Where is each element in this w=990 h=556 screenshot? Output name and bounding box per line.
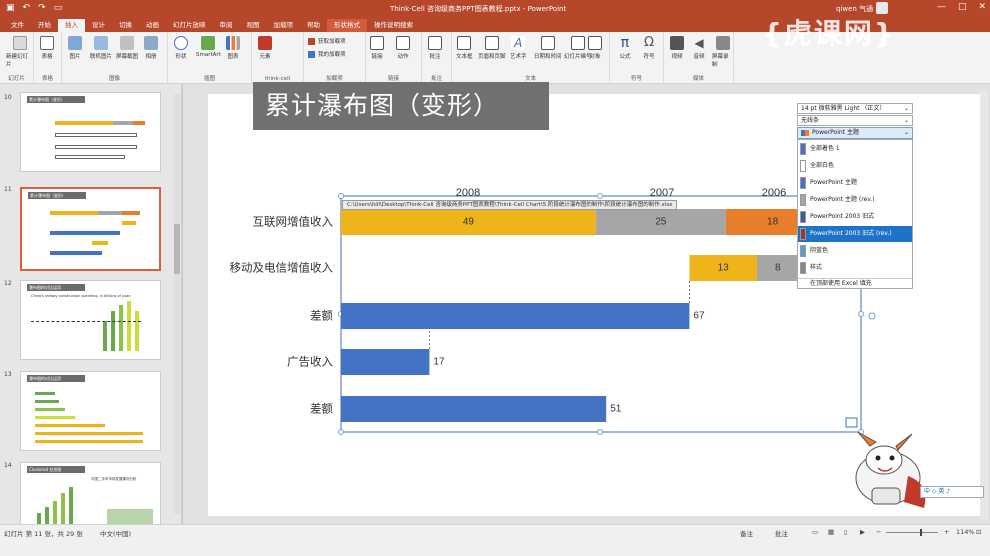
chevron-down-icon: ⌄ [903,129,909,136]
chevron-down-icon: ⌄ [903,105,909,112]
category-label[interactable]: 广告收入 [287,355,333,369]
color-scheme-option[interactable]: 全部着色 1 [798,141,912,157]
font-dropdown[interactable]: 14 pt 微软雅黑 Light （正文） ⌄ [797,103,913,114]
scheme-swatch-icon [801,130,809,136]
data-label[interactable]: 25 [655,217,667,228]
scheme-swatch-icon [800,143,806,155]
data-label[interactable]: 13 [718,263,730,274]
data-label[interactable]: 17 [433,357,445,368]
mascot-illustration [855,431,926,508]
resize-handle[interactable] [597,193,603,199]
color-scheme-option[interactable]: 全部白色 [798,158,912,174]
color-scheme-option-label: PowerPoint 主题 (rev.) [810,196,875,203]
column-header[interactable]: 2006 [762,187,786,199]
status-bar: 幻灯片 第 11 张，共 29 张 中文(中国) 备注 批注 ▭ ▦ ▯ ▶ −… [0,524,990,556]
scheme-swatch-icon [800,211,806,223]
category-label[interactable]: 移动及电信增值收入 [230,261,334,275]
zoom-slider[interactable] [886,532,938,533]
data-label[interactable]: 18 [767,217,779,228]
color-scheme-option[interactable]: PowerPoint 主题 [798,175,912,191]
zoom-slider-handle[interactable] [920,529,922,536]
zoom-level[interactable]: 114% [956,528,975,536]
color-scheme-option[interactable]: PowerPoint 主题 (rev.) [798,192,912,208]
resize-handle[interactable] [597,429,603,435]
color-scheme-option[interactable]: PowerPoint 2003 旧式 (rev.) [798,226,912,242]
ime-toolbar[interactable]: 中 ◇ 英 ♪ [920,486,984,498]
column-header[interactable]: 2008 [456,187,480,199]
color-scheme-option-label: 全部着色 1 [810,145,840,152]
color-scheme-option-label: PowerPoint 2003 旧式 [810,213,875,220]
resize-handle[interactable] [338,193,344,199]
notes-button[interactable]: 备注 [740,528,753,538]
reading-view-icon[interactable]: ▯ [844,528,848,536]
zoom-in-icon[interactable]: + [944,528,949,536]
data-label[interactable]: 8 [775,263,781,274]
scheme-swatch-icon [800,245,806,257]
category-label[interactable]: 互联网增值收入 [253,215,334,229]
excel-fill-option[interactable]: 在顶部使用 Excel 填充 [798,278,912,288]
comments-button[interactable]: 批注 [775,528,788,538]
total-bar[interactable] [341,396,607,422]
color-scheme-option[interactable]: PowerPoint 2003 旧式 [798,209,912,225]
color-scheme-dropdown[interactable]: PowerPoint 主题 ⌄ [797,127,913,139]
slide-sorter-icon[interactable]: ▦ [828,528,834,536]
fit-slide-icon[interactable]: ⊡ [976,528,981,536]
chevron-down-icon: ⌄ [903,117,909,124]
rotate-handle[interactable] [868,312,876,320]
scheme-swatch-icon [800,177,806,189]
color-scheme-option[interactable]: 阴蓝色 [798,243,912,259]
zoom-out-icon[interactable]: − [876,528,881,536]
color-scheme-option-label: 阴蓝色 [810,247,829,254]
column-header[interactable]: 2007 [650,187,674,199]
color-scheme-option-label: 样式 [810,264,823,271]
line-style-dropdown[interactable]: 无线条 ⌄ [797,115,913,126]
language-status[interactable]: 中文(中国) [100,528,131,538]
slide-counter: 幻灯片 第 11 张，共 29 张 [4,530,83,538]
category-label[interactable]: 差额 [310,402,333,416]
color-scheme-option[interactable]: 样式 [798,260,912,276]
data-label[interactable]: 51 [610,404,622,415]
color-scheme-option-label: 全部白色 [810,162,835,169]
scheme-swatch-icon [800,160,806,172]
color-scheme-option-label: PowerPoint 主题 [810,179,857,186]
scheme-swatch-icon [800,194,806,206]
category-label[interactable]: 差额 [310,309,333,323]
scheme-swatch-icon [800,228,806,240]
resize-handle[interactable] [858,311,864,317]
excel-source-path[interactable]: C:\Users\hill\Desktop\Think-Cell 咨询级商务PP… [342,200,678,210]
color-scheme-list: 全部着色 1 全部白色 PowerPoint 主题 PowerPoint 主题 (re… [797,139,913,289]
scheme-swatch-icon [800,262,806,274]
normal-view-icon[interactable]: ▭ [812,528,818,536]
resize-handle[interactable] [338,429,344,435]
data-label[interactable]: 49 [463,217,475,228]
total-bar[interactable] [341,303,690,329]
data-label[interactable]: 67 [693,311,705,322]
color-scheme-option-label: PowerPoint 2003 旧式 (rev.) [810,230,892,237]
total-bar[interactable] [341,349,430,375]
slideshow-view-icon[interactable]: ▶ [860,528,865,536]
